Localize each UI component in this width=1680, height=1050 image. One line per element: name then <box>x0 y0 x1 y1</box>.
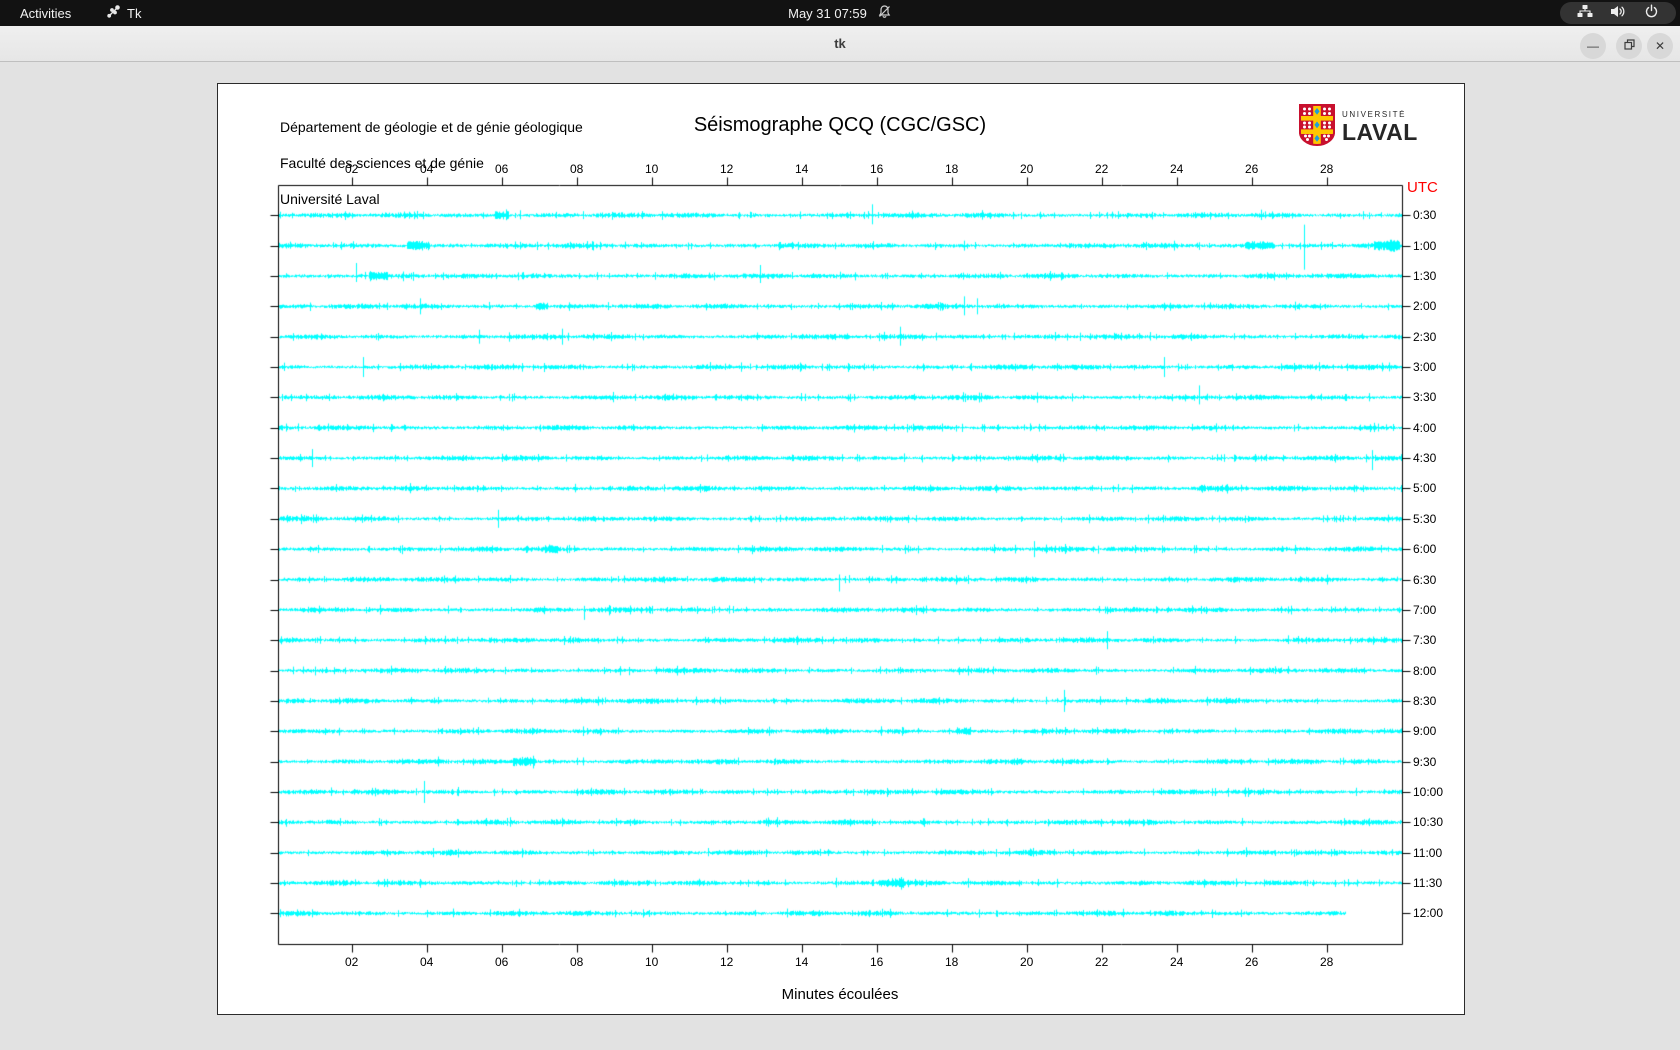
power-icon <box>1644 4 1659 22</box>
logo-universite: UNIVERSITÉ <box>1342 110 1407 119</box>
clock-area: May 31 07:59 <box>0 0 1680 26</box>
seismograph-window: Département de géologie et de génie géol… <box>217 83 1465 1015</box>
x-tick-label-bottom: 08 <box>570 955 584 969</box>
utc-time-label: 2:30 <box>1413 329 1437 344</box>
utc-time-label: 11:00 <box>1413 845 1443 860</box>
x-tick-label-bottom: 16 <box>870 955 884 969</box>
x-tick-label-top: 08 <box>570 162 584 176</box>
close-button[interactable]: ✕ <box>1647 33 1673 59</box>
department-line: Université Laval <box>280 191 380 207</box>
utc-time-label: 0:30 <box>1413 208 1437 223</box>
minimize-button[interactable]: — <box>1580 33 1606 59</box>
utc-time-label: 4:30 <box>1413 451 1437 466</box>
activities-button[interactable]: Activities <box>12 0 79 26</box>
utc-time-label: 10:00 <box>1413 784 1444 799</box>
maximize-icon <box>1623 39 1635 53</box>
utc-time-label: 4:00 <box>1413 420 1437 435</box>
volume-icon <box>1610 4 1626 22</box>
taskbar-app-label: Tk <box>127 5 142 21</box>
x-tick-label-bottom: 18 <box>945 955 959 969</box>
notifications-muted-icon <box>877 4 892 22</box>
system-status-area[interactable] <box>1560 2 1676 24</box>
tk-icon <box>106 4 121 22</box>
utc-time-label: 5:30 <box>1413 511 1437 526</box>
window-title: tk <box>834 36 846 51</box>
x-tick-label-bottom: 12 <box>720 955 734 969</box>
x-tick-label-bottom: 22 <box>1095 955 1109 969</box>
x-tick-label-bottom: 06 <box>495 955 509 969</box>
x-tick-label-top: 04 <box>420 162 434 176</box>
clock[interactable]: May 31 07:59 <box>788 6 867 21</box>
x-tick-label-bottom: 28 <box>1320 955 1334 969</box>
x-tick-label-top: 20 <box>1020 162 1034 176</box>
utc-time-label: 12:00 <box>1413 906 1444 921</box>
utc-time-label: 6:30 <box>1413 572 1437 587</box>
utc-time-label: 9:00 <box>1413 724 1437 739</box>
top-bar: Activities Tk May 31 07:59 <box>0 0 1680 26</box>
logo-laval: LAVAL <box>1342 119 1418 145</box>
minimize-icon: — <box>1587 39 1599 53</box>
maximize-button[interactable] <box>1616 33 1642 59</box>
x-tick-label-bottom: 10 <box>645 955 659 969</box>
network-icon <box>1577 4 1593 22</box>
x-tick-label-top: 24 <box>1170 162 1184 176</box>
x-tick-label-top: 02 <box>345 162 359 176</box>
universite-laval-logo: UNIVERSITÉ LAVAL <box>1298 104 1418 151</box>
utc-time-label: 5:00 <box>1413 481 1437 496</box>
utc-time-label: 1:30 <box>1413 269 1437 283</box>
utc-time-label: 8:00 <box>1413 663 1437 678</box>
utc-time-label: 7:00 <box>1413 602 1437 617</box>
taskbar-app-tk[interactable]: Tk <box>100 0 147 26</box>
utc-time-label: 2:00 <box>1413 299 1437 314</box>
x-tick-label-top: 10 <box>645 162 659 176</box>
x-tick-label-bottom: 02 <box>345 955 359 969</box>
close-icon: ✕ <box>1654 39 1666 53</box>
x-tick-label-top: 12 <box>720 162 734 176</box>
x-axis-title: Minutes écoulées <box>781 986 899 1003</box>
utc-time-label: 3:30 <box>1413 390 1437 405</box>
utc-time-label: 8:30 <box>1413 693 1437 708</box>
plot-title: Séismographe QCQ (CGC/GSC) <box>693 114 987 136</box>
utc-time-label: 3:00 <box>1413 360 1437 375</box>
x-tick-label-top: 26 <box>1245 162 1259 176</box>
utc-time-label: 10:30 <box>1413 815 1444 830</box>
utc-time-label: 1:00 <box>1413 238 1437 253</box>
utc-label: UTC <box>1407 179 1438 196</box>
x-tick-label-top: 22 <box>1095 162 1109 176</box>
utc-time-label: 9:30 <box>1413 754 1437 769</box>
x-tick-label-top: 28 <box>1320 162 1334 176</box>
x-tick-label-bottom: 24 <box>1170 955 1184 969</box>
window-titlebar[interactable]: tk <box>0 26 1680 62</box>
x-tick-label-bottom: 26 <box>1245 955 1259 969</box>
utc-time-label: 11:30 <box>1413 876 1443 890</box>
x-tick-label-top: 18 <box>945 162 959 176</box>
utc-time-label: 6:00 <box>1413 542 1437 557</box>
x-tick-label-bottom: 14 <box>795 955 809 969</box>
x-tick-label-bottom: 04 <box>420 955 434 969</box>
laval-logo-text: UNIVERSITÉ LAVAL <box>1342 111 1418 144</box>
laval-shield-icon <box>1298 104 1336 151</box>
x-tick-label-top: 16 <box>870 162 884 176</box>
activities-label: Activities <box>20 5 72 21</box>
x-tick-label-top: 06 <box>495 162 509 176</box>
x-tick-label-bottom: 20 <box>1020 955 1034 969</box>
x-tick-label-top: 14 <box>795 162 809 176</box>
utc-time-label: 7:30 <box>1413 633 1437 648</box>
